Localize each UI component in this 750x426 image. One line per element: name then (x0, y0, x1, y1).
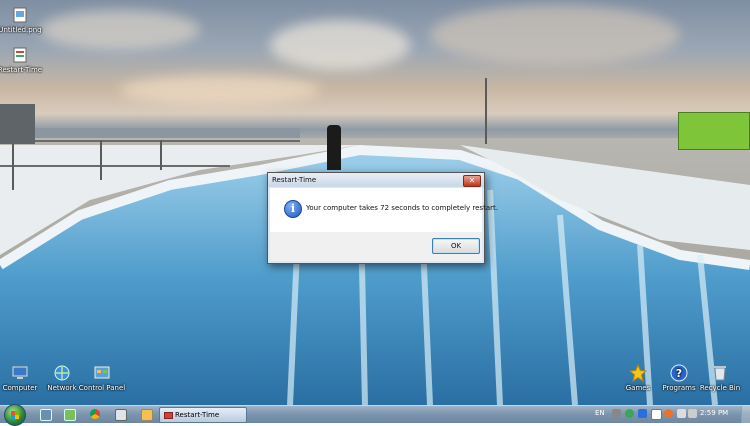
network-icon (54, 365, 70, 381)
desktop-icon-untitled-png[interactable]: Untitled.png (0, 6, 46, 34)
cloud (120, 75, 320, 105)
help-programs-icon: ? (670, 364, 688, 382)
dialog-footer: OK (270, 232, 482, 261)
clock[interactable]: 2:59 PM (700, 409, 728, 417)
desktop-icon-control-panel[interactable]: Control Panel (76, 364, 128, 392)
language-indicator[interactable]: EN (595, 409, 605, 417)
tray-arrow-icon[interactable] (612, 409, 621, 418)
dialog-body: i Your computer takes 72 seconds to comp… (270, 188, 498, 232)
windows-logo-icon (11, 411, 19, 419)
tray-app-icon[interactable] (651, 409, 662, 420)
lamp-post (485, 78, 487, 144)
green-skip (678, 112, 750, 150)
close-button[interactable]: ✕ (463, 175, 481, 187)
control-panel-icon (94, 366, 110, 379)
quicklaunch-computer-icon[interactable] (115, 409, 127, 421)
tray-app-icon[interactable] (638, 409, 647, 418)
taskbar-window-label: Restart-Time (175, 411, 220, 419)
information-icon: i (284, 200, 302, 218)
desktop-icon-label: Restart-Time (0, 66, 43, 74)
recycle-bin-icon (714, 366, 726, 381)
volume-icon[interactable] (688, 409, 697, 418)
window-app-icon (164, 412, 173, 419)
chrome-icon[interactable] (90, 409, 100, 419)
desktop-icon-label: Recycle Bin (699, 384, 741, 392)
railing (0, 165, 230, 167)
desktop-icon-label: Programs (662, 384, 696, 392)
railing-post (160, 140, 162, 170)
cloud (40, 10, 200, 50)
image-file-icon (13, 7, 27, 23)
pier-building (0, 104, 35, 144)
railing-post (12, 140, 14, 190)
desktop-icon-label: Control Panel (78, 384, 126, 392)
railing (0, 140, 300, 142)
svg-text:?: ? (676, 367, 682, 380)
tray-app-icon[interactable] (664, 409, 673, 418)
script-file-icon (13, 47, 27, 63)
quicklaunch-desktop-icon[interactable] (40, 409, 52, 421)
desktop-icon-label: Computer (2, 384, 38, 392)
desktop-icon-label: Untitled.png (0, 26, 42, 34)
show-desktop-button[interactable] (741, 406, 750, 423)
start-button[interactable] (4, 404, 26, 426)
desktop-icon-recycle-bin[interactable]: Recycle Bin (694, 364, 746, 392)
person-figure (327, 125, 341, 170)
ok-button[interactable]: OK (432, 238, 480, 254)
desktop-icon-label: Games (625, 384, 651, 392)
taskbar-window-restart-time[interactable]: Restart-Time (159, 407, 247, 423)
dialog-message: Your computer takes 72 seconds to comple… (306, 204, 498, 212)
games-star-icon (629, 364, 647, 382)
cloud (430, 5, 680, 65)
railing-post (100, 140, 102, 180)
cloud (270, 20, 410, 70)
network-tray-icon[interactable] (677, 409, 686, 418)
taskbar: Restart-Time EN 2:59 PM (0, 404, 750, 426)
desktop-icon-restart-time[interactable]: Restart-Time (0, 46, 46, 74)
dialog-title: Restart-Time (268, 173, 484, 187)
tray-app-icon[interactable] (625, 409, 634, 418)
computer-icon (12, 366, 28, 379)
quicklaunch-tool-icon[interactable] (141, 409, 153, 421)
desktop-icon-label: Network (47, 384, 77, 392)
restart-time-dialog[interactable]: Restart-Time ✕ i Your computer takes 72 … (267, 172, 498, 264)
quicklaunch-picture-icon[interactable] (64, 409, 76, 421)
